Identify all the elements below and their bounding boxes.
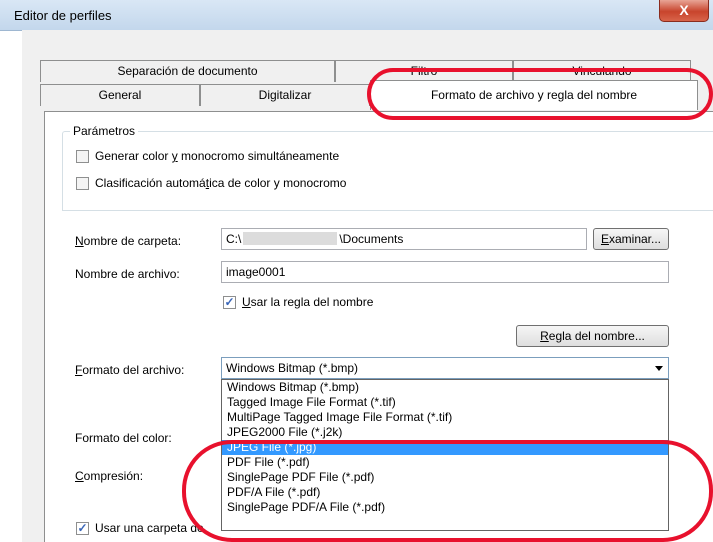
folder-name-input[interactable]: C:\ \Documents	[221, 228, 587, 250]
file-format-selected-value: Windows Bitmap (*.bmp)	[226, 361, 359, 375]
file-format-label: Formato del archivo:	[75, 363, 185, 377]
file-name-label: Nombre de archivo:	[75, 267, 180, 281]
use-folder-label: Usar una carpeta de	[95, 521, 204, 535]
naming-rule-button[interactable]: Regla del nombre...	[516, 325, 669, 347]
format-option-bmp[interactable]: Windows Bitmap (*.bmp)	[222, 380, 668, 395]
format-option-multipage-tif[interactable]: MultiPage Tagged Image File Format (*.ti…	[222, 410, 668, 425]
file-format-select[interactable]: Windows Bitmap (*.bmp)	[221, 357, 669, 379]
tab-general[interactable]: General	[40, 84, 200, 106]
browse-button[interactable]: Examinar...	[593, 228, 669, 250]
tab-scan[interactable]: Digitalizar	[200, 84, 370, 106]
compression-label: Compresión:	[75, 469, 144, 483]
simultaneous-color-mono-checkbox[interactable]	[76, 150, 89, 163]
chevron-down-icon[interactable]	[655, 366, 663, 371]
folder-name-label: Nombre de carpeta:	[75, 234, 182, 248]
use-folder-checkbox[interactable]: ✓	[76, 522, 89, 535]
tab-file-format-naming[interactable]: Formato de archivo y regla del nombre	[370, 80, 698, 110]
auto-color-detection-checkbox[interactable]	[76, 177, 89, 190]
format-option-singlepage-pdf[interactable]: SinglePage PDF File (*.pdf)	[222, 470, 668, 485]
profile-editor-window: Editor de perfiles X Separación de docum…	[0, 0, 713, 542]
format-option-j2k[interactable]: JPEG2000 File (*.j2k)	[222, 425, 668, 440]
redacted-path	[243, 232, 338, 245]
color-format-label: Formato del color:	[75, 431, 172, 445]
tab-linking[interactable]: Vinculando	[513, 60, 691, 82]
format-option-tif[interactable]: Tagged Image File Format (*.tif)	[222, 395, 668, 410]
format-option-pdf[interactable]: PDF File (*.pdf)	[222, 455, 668, 470]
file-name-input[interactable]: image0001	[221, 261, 669, 283]
title-bar[interactable]: Editor de perfiles X	[0, 0, 713, 31]
tab-filter[interactable]: Filtro	[335, 60, 513, 82]
window-title: Editor de perfiles	[14, 8, 112, 23]
use-naming-rule-label: Usar la regla del nombre	[242, 295, 374, 309]
use-naming-rule-checkbox[interactable]: ✓	[223, 296, 236, 309]
tab-document-separation[interactable]: Separación de documento	[40, 60, 335, 82]
format-option-singlepage-pdfa[interactable]: SinglePage PDF/A File (*.pdf)	[222, 500, 668, 515]
auto-color-detection-label: Clasificación automática de color y mono…	[95, 176, 347, 190]
parameters-group	[62, 131, 713, 211]
format-option-jpg[interactable]: JPEG File (*.jpg)	[222, 440, 668, 455]
parameters-group-label: Parámetros	[70, 124, 139, 138]
file-format-dropdown-list: Windows Bitmap (*.bmp) Tagged Image File…	[221, 379, 669, 531]
close-button[interactable]: X	[659, 0, 709, 22]
simultaneous-color-mono-label: Generar color y monocromo simultáneament…	[95, 149, 340, 163]
format-option-pdfa[interactable]: PDF/A File (*.pdf)	[222, 485, 668, 500]
